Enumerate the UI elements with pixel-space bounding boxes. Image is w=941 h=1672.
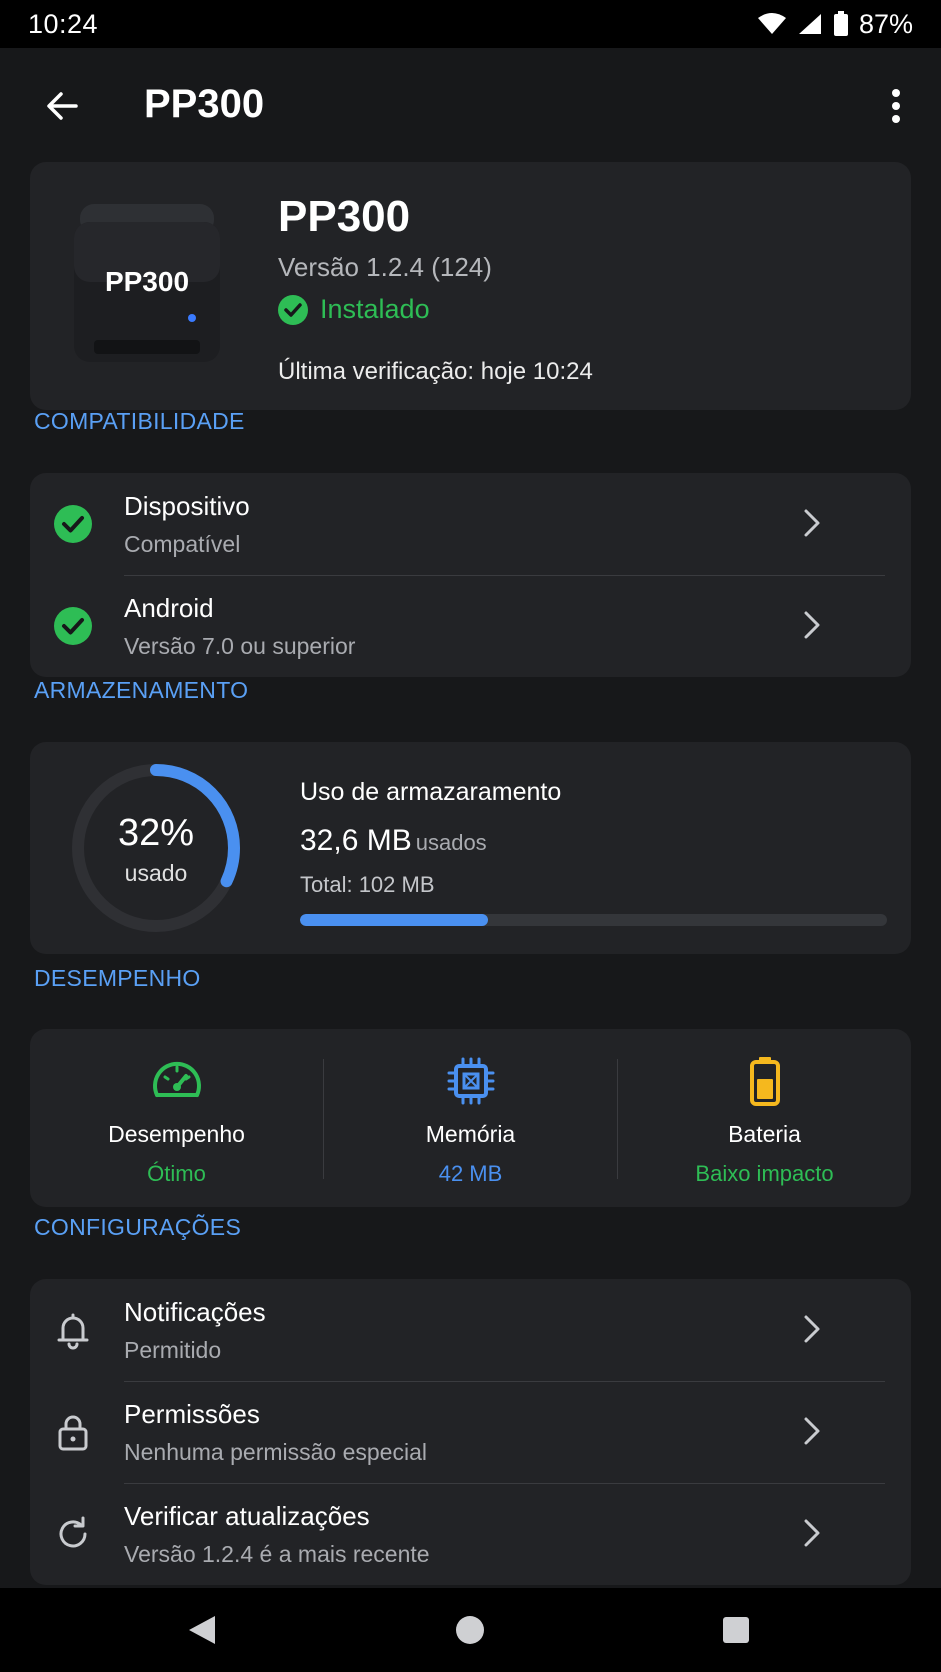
storage-card: 32% usado Uso de armazaramento 32,6 MB us… <box>30 742 911 954</box>
performance-card: Desempenho Ótimo Memória 42 MB Bateria B… <box>30 1029 911 1207</box>
perf-item-battery: Bateria Baixo impacto <box>618 1029 911 1207</box>
chevron-right-icon <box>804 509 820 537</box>
perf-value: Ótimo <box>147 1161 206 1186</box>
nav-recents-button[interactable] <box>716 1610 756 1650</box>
perf-value: Baixo impacto <box>695 1161 834 1186</box>
check-circle-icon <box>52 605 94 647</box>
battery-icon <box>750 1057 780 1106</box>
printer-image: PP300 <box>72 200 222 372</box>
settings-row-updates[interactable]: Verificar atualizações Versão 1.2.4 é a … <box>30 1483 911 1585</box>
status-time: 10:24 <box>28 8 99 39</box>
battery-percent: 87% <box>858 8 913 39</box>
settings-row-subtitle: Versão 1.2.4 é a mais recente <box>124 1541 430 1567</box>
last-check-text: Última verificação: hoje 10:24 <box>278 358 593 385</box>
storage-total: Total: 102 MB <box>300 872 435 897</box>
battery-status-icon <box>833 11 848 36</box>
check-circle-icon <box>278 294 308 325</box>
storage-ring-percent: 32% <box>117 812 195 854</box>
chevron-right-icon <box>804 1315 820 1343</box>
compat-row-subtitle: Compatível <box>124 531 241 557</box>
back-button[interactable] <box>34 78 90 134</box>
section-label-storage: ARMAZENAMENTO <box>34 677 249 703</box>
status-bar: 10:24 87% <box>0 0 941 48</box>
settings-row-title: Verificar atualizações <box>124 1501 370 1531</box>
section-label-performance: DESEMPENHO <box>34 965 201 991</box>
bell-icon <box>52 1309 94 1351</box>
settings-row-title: Permissões <box>124 1399 260 1429</box>
compat-row-title: Dispositivo <box>124 491 250 521</box>
perf-label: Memória <box>425 1121 516 1147</box>
perf-item-performance: Desempenho Ótimo <box>30 1029 323 1207</box>
storage-progress-fill <box>300 914 488 926</box>
perf-label: Desempenho <box>108 1121 245 1147</box>
wifi-icon <box>757 13 786 34</box>
refresh-icon <box>52 1513 94 1555</box>
compat-row-title: Android <box>124 593 214 623</box>
perf-value: 42 MB <box>438 1161 503 1186</box>
settings-row-notifications[interactable]: Notificações Permitido <box>30 1279 911 1381</box>
printer-badge-text: PP300 <box>104 266 190 297</box>
storage-title: Uso de armazaramento <box>300 778 562 806</box>
storage-ring-label: usado <box>124 860 188 886</box>
perf-item-memory: Memória 42 MB <box>324 1029 617 1207</box>
nav-back-button[interactable] <box>182 1610 222 1650</box>
overflow-menu-button[interactable] <box>868 78 924 134</box>
storage-used-suffix: usados <box>415 830 487 855</box>
chevron-right-icon <box>804 1519 820 1547</box>
check-circle-icon <box>52 503 94 545</box>
compatibility-card: Dispositivo Compatível Android Versão 7.… <box>30 473 911 677</box>
circle-home-icon <box>456 1616 484 1644</box>
section-label-config: CONFIGURAÇÕES <box>34 1214 242 1240</box>
storage-progress-bar <box>300 914 887 926</box>
app-name: PP300 <box>278 192 411 241</box>
compat-row-subtitle: Versão 7.0 ou superior <box>124 633 356 659</box>
compat-row-device[interactable]: Dispositivo Compatível <box>30 473 911 575</box>
lock-icon <box>52 1411 94 1453</box>
storage-used-value: 32,6 MB <box>300 824 412 857</box>
arrow-back-icon <box>47 92 78 120</box>
page-title: PP300 <box>144 82 265 126</box>
app-screen: PP300 PP300 PP300 Versão 1.2.4 (124) Ins… <box>0 48 941 1588</box>
nav-home-button[interactable] <box>450 1610 490 1650</box>
cell-signal-icon <box>798 14 821 34</box>
app-version: Versão 1.2.4 (124) <box>278 252 492 282</box>
settings-row-subtitle: Permitido <box>124 1337 222 1363</box>
chip-icon <box>447 1057 495 1105</box>
chevron-right-icon <box>804 611 820 639</box>
more-vert-icon <box>892 89 900 123</box>
chevron-right-icon <box>804 1417 820 1445</box>
compat-row-android[interactable]: Android Versão 7.0 ou superior <box>30 575 911 677</box>
speedometer-icon <box>153 1061 201 1097</box>
perf-label: Bateria <box>728 1121 801 1147</box>
app-bar: PP300 <box>0 48 941 164</box>
section-label-compat: COMPATIBILIDADE <box>34 408 245 434</box>
status-icons: 87% <box>757 9 913 40</box>
square-recents-icon <box>723 1617 749 1643</box>
install-status-text: Instalado <box>320 294 430 324</box>
triangle-back-icon <box>189 1616 215 1644</box>
settings-row-subtitle: Nenhuma permissão especial <box>124 1439 427 1465</box>
settings-row-title: Notificações <box>124 1297 266 1327</box>
settings-card: Notificações Permitido Permissões Nenhum… <box>30 1279 911 1585</box>
storage-used: 32,6 MB usados <box>300 824 487 858</box>
app-info-card: PP300 PP300 Versão 1.2.4 (124) Instalado… <box>30 162 911 410</box>
settings-row-permissions[interactable]: Permissões Nenhuma permissão especial <box>30 1381 911 1483</box>
system-nav-bar <box>0 1588 941 1672</box>
install-status: Instalado <box>278 294 430 325</box>
